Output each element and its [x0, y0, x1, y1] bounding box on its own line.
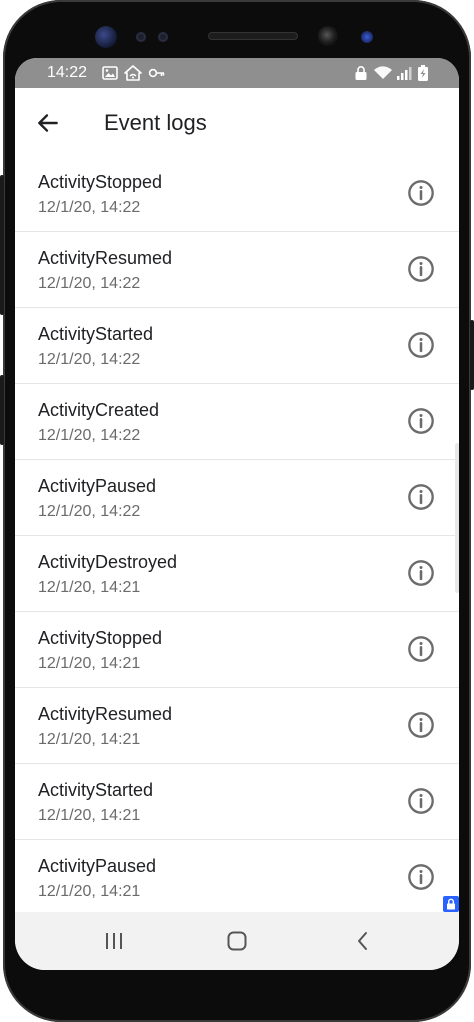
iris-camera	[361, 31, 373, 43]
power-button	[470, 320, 474, 390]
event-timestamp: 12/1/20, 14:22	[38, 351, 141, 368]
image-icon	[102, 66, 118, 80]
status-bar: 14:22	[15, 58, 459, 88]
proximity-sensor	[136, 32, 146, 42]
back-icon[interactable]	[351, 929, 375, 953]
info-icon[interactable]	[407, 179, 435, 207]
event-timestamp: 12/1/20, 14:22	[38, 275, 141, 292]
bixby-button	[0, 375, 4, 445]
info-icon[interactable]	[407, 711, 435, 739]
arrow-back-icon[interactable]	[35, 110, 61, 136]
lock-badge-icon	[443, 896, 459, 912]
info-icon[interactable]	[407, 407, 435, 435]
event-row[interactable]: ActivityResumed 12/1/20, 14:21	[15, 688, 459, 764]
event-timestamp: 12/1/20, 14:21	[38, 579, 141, 596]
iris-sensor	[95, 26, 117, 48]
home-network-icon	[124, 65, 142, 81]
event-row[interactable]: ActivityDestroyed 12/1/20, 14:21	[15, 536, 459, 612]
event-name: ActivityStarted	[38, 324, 154, 344]
info-icon[interactable]	[407, 331, 435, 359]
navigation-bar	[15, 912, 459, 970]
event-name: ActivityResumed	[38, 704, 173, 724]
lock-icon	[355, 66, 367, 80]
battery-charging-icon	[418, 65, 428, 81]
event-name: ActivityPaused	[38, 476, 157, 496]
info-icon[interactable]	[407, 559, 435, 587]
event-timestamp: 12/1/20, 14:22	[38, 199, 141, 216]
event-name: ActivityStopped	[38, 628, 163, 648]
scrollbar[interactable]	[455, 443, 459, 593]
event-timestamp: 12/1/20, 14:21	[38, 807, 141, 824]
event-name: ActivityPaused	[38, 856, 157, 876]
event-row[interactable]: ActivityResumed 12/1/20, 14:22	[15, 232, 459, 308]
event-name: ActivityStopped	[38, 172, 163, 192]
key-icon	[148, 68, 165, 78]
event-name: ActivityCreated	[38, 400, 160, 420]
sensor-bar	[0, 22, 474, 52]
event-timestamp: 12/1/20, 14:22	[38, 503, 141, 520]
volume-button	[0, 175, 4, 315]
page-title: Event logs	[104, 110, 207, 135]
event-row[interactable]: ActivityCreated 12/1/20, 14:22	[15, 384, 459, 460]
event-timestamp: 12/1/20, 14:21	[38, 655, 141, 672]
event-name: ActivityResumed	[38, 248, 173, 268]
event-log-list: ActivityStopped 12/1/20, 14:22 ActivityRes…	[15, 156, 459, 916]
event-timestamp: 12/1/20, 14:21	[38, 731, 141, 748]
event-row[interactable]: ActivityStopped 12/1/20, 14:21	[15, 612, 459, 688]
info-icon[interactable]	[407, 483, 435, 511]
event-timestamp: 12/1/20, 14:22	[38, 427, 141, 444]
event-row[interactable]: ActivityStopped 12/1/20, 14:22	[15, 156, 459, 232]
event-row[interactable]: ActivityStarted 12/1/20, 14:21	[15, 764, 459, 840]
light-sensor	[158, 32, 168, 42]
signal-icon	[397, 67, 412, 80]
earpiece-speaker	[208, 32, 298, 40]
app-bar: Event logs	[15, 88, 459, 156]
info-icon[interactable]	[407, 635, 435, 663]
event-name: ActivityStarted	[38, 780, 154, 800]
event-row[interactable]: ActivityPaused 12/1/20, 14:21	[15, 840, 459, 916]
home-icon[interactable]	[225, 929, 249, 953]
wifi-icon	[374, 66, 392, 79]
event-row[interactable]: ActivityStarted 12/1/20, 14:22	[15, 308, 459, 384]
event-row[interactable]: ActivityPaused 12/1/20, 14:22	[15, 460, 459, 536]
recents-icon[interactable]	[102, 929, 126, 953]
status-time: 14:22	[47, 64, 88, 81]
screen: 14:22 Event logs ActivityStopped 12/1/20…	[15, 58, 459, 970]
event-timestamp: 12/1/20, 14:21	[38, 883, 141, 900]
info-icon[interactable]	[407, 255, 435, 283]
info-icon[interactable]	[407, 787, 435, 815]
event-name: ActivityDestroyed	[38, 552, 178, 572]
front-camera	[318, 26, 338, 46]
info-icon[interactable]	[407, 863, 435, 891]
